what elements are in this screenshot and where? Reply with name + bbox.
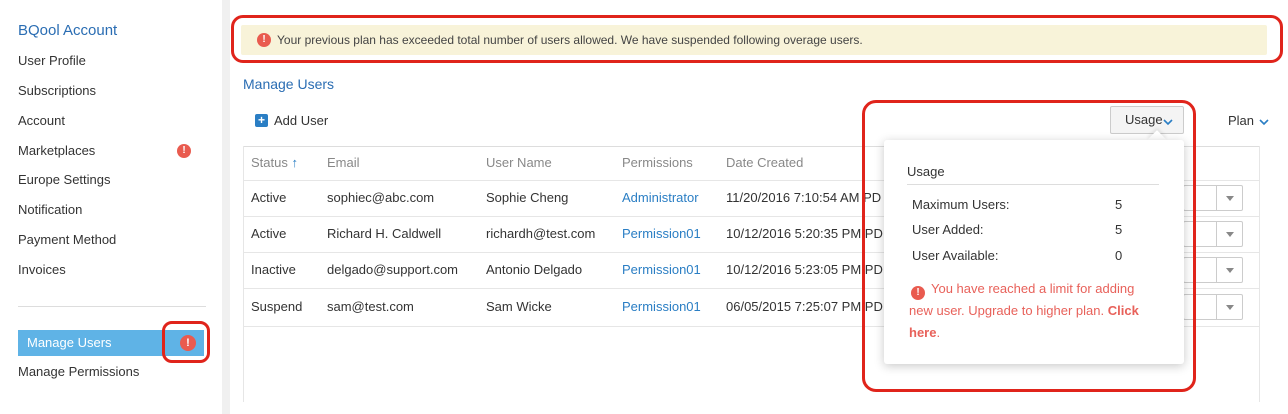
caret-down-icon (1216, 186, 1242, 210)
cell-permissions-link[interactable]: Permission01 (622, 262, 701, 277)
annotation-highlight-sidebar (162, 321, 210, 363)
cell-user-name: Antonio Delgado (486, 262, 583, 277)
sidebar-item-label: Manage Users (27, 335, 112, 350)
cell-permissions-link[interactable]: Administrator (622, 190, 699, 205)
sort-ascending-icon: ↑ (291, 155, 298, 170)
sidebar-item-subscriptions[interactable]: Subscriptions (18, 80, 208, 102)
sidebar-item-payment-method[interactable]: Payment Method (18, 229, 208, 251)
plus-icon: + (255, 114, 268, 127)
page-title: Manage Users (243, 76, 335, 92)
column-header-permissions[interactable]: Permissions (622, 155, 693, 170)
column-header-date-created[interactable]: Date Created (726, 155, 803, 170)
chevron-down-icon (1259, 119, 1269, 126)
cell-email: sophiec@abc.com (327, 190, 435, 205)
sidebar-divider (18, 306, 206, 307)
column-header-label: Status (251, 155, 288, 170)
cell-status: Inactive (251, 262, 296, 277)
cell-status: Suspend (251, 299, 303, 314)
column-header-user-name[interactable]: User Name (486, 155, 552, 170)
table-right-border (1259, 146, 1260, 402)
column-header-email[interactable]: Email (327, 155, 360, 170)
cell-date-created: 06/05/2015 7:25:07 PM PD (726, 299, 883, 314)
caret-down-icon (1216, 295, 1242, 319)
cell-user-name: Sophie Cheng (486, 190, 569, 205)
page: BQool Account User Profile Subscriptions… (0, 0, 1288, 414)
add-user-label: Add User (274, 113, 329, 128)
sidebar: BQool Account User Profile Subscriptions… (0, 0, 222, 414)
sidebar-item-invoices[interactable]: Invoices (18, 259, 208, 281)
sidebar-item-account[interactable]: Account (18, 110, 208, 132)
cell-email: Richard H. Caldwell (327, 226, 442, 241)
sidebar-item-notification[interactable]: Notification (18, 199, 208, 221)
cell-date-created: 10/12/2016 5:23:05 PM PD (726, 262, 883, 277)
column-header-status[interactable]: Status ↑ (251, 155, 298, 170)
sidebar-item-manage-permissions[interactable]: Manage Permissions (18, 361, 208, 383)
cell-email: sam@test.com (327, 299, 414, 314)
marketplaces-alert-icon: ! (177, 144, 191, 158)
plan-button[interactable]: Plan (1228, 113, 1269, 128)
cell-user-name: richardh@test.com (486, 226, 596, 241)
sidebar-title: BQool Account (18, 22, 118, 39)
annotation-highlight-usage (862, 100, 1196, 392)
cell-user-name: Sam Wicke (486, 299, 552, 314)
cell-status: Active (251, 226, 287, 241)
cell-date-created: 11/20/2016 7:10:54 AM PD (726, 190, 882, 205)
table-left-border (243, 146, 244, 402)
cell-permissions-link[interactable]: Permission01 (622, 226, 701, 241)
cell-date-created: 10/12/2016 5:20:35 PM PD (726, 226, 883, 241)
cell-email: delgado@support.com (327, 262, 458, 277)
sidebar-item-europe-settings[interactable]: Europe Settings (18, 169, 208, 191)
add-user-button[interactable]: + Add User (255, 113, 328, 128)
caret-down-icon (1216, 258, 1242, 282)
caret-down-icon (1216, 222, 1242, 246)
sidebar-gutter (222, 0, 230, 414)
cell-status: Active (251, 190, 287, 205)
cell-permissions-link[interactable]: Permission01 (622, 299, 701, 314)
plan-button-label: Plan (1228, 113, 1255, 128)
annotation-highlight-banner (231, 15, 1283, 63)
sidebar-item-user-profile[interactable]: User Profile (18, 50, 208, 72)
